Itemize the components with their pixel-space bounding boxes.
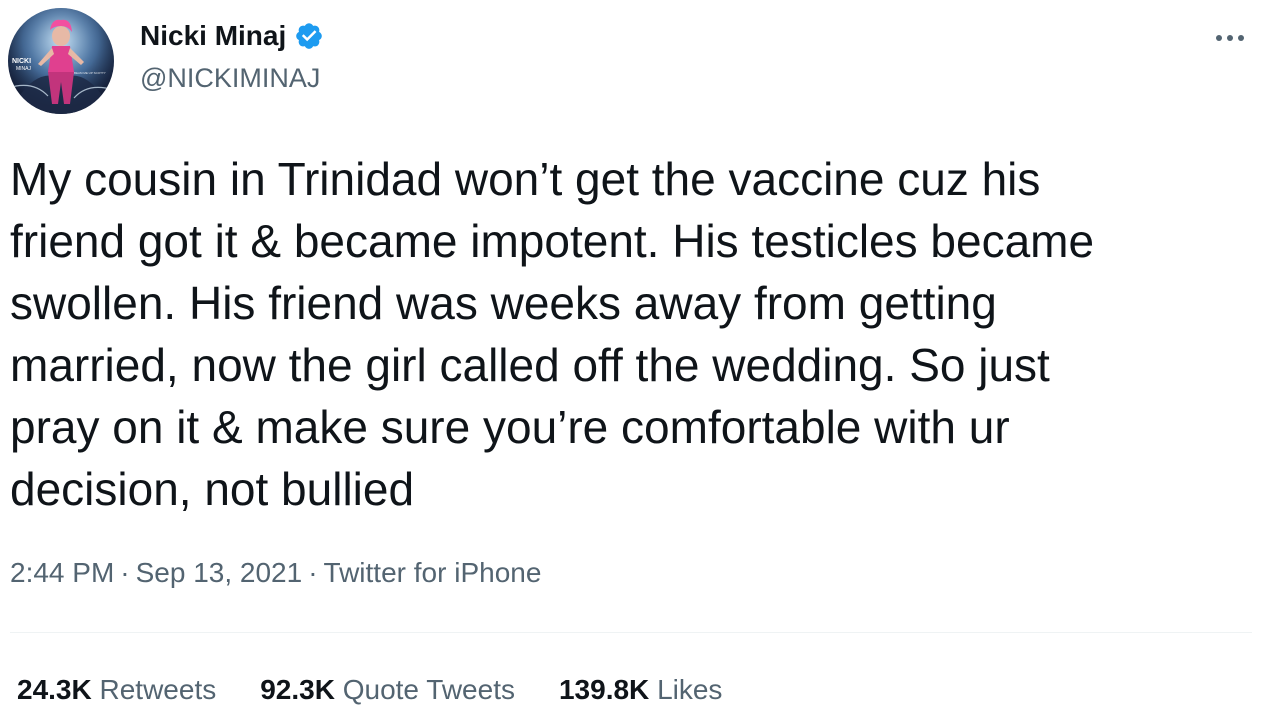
tweet-source[interactable]: Twitter for iPhone [324, 557, 542, 588]
tweet-metadata: 2:44 PM · Sep 13, 2021 · Twitter for iPhone [10, 553, 541, 593]
tweet-time[interactable]: 2:44 PM [10, 557, 114, 588]
user-header: Nicki Minaj [140, 18, 324, 54]
tweet-date[interactable]: Sep 13, 2021 [136, 557, 303, 588]
meta-separator: · [120, 557, 130, 588]
meta-separator: · [308, 557, 318, 588]
profile-photo-icon: NICKI MINAJ BEAM ME UP SCOTTY [8, 8, 114, 114]
likes-count: 139.8K [558, 674, 650, 705]
likes-label: Likes [657, 674, 723, 705]
retweets-label: Retweets [99, 674, 217, 705]
quote-tweets-stat[interactable]: 92.3K Quote Tweets [260, 670, 515, 710]
user-handle[interactable]: @NICKIMINAJ [140, 60, 320, 96]
verified-badge-icon [296, 23, 323, 49]
quote-tweets-label: Quote Tweets [342, 674, 515, 705]
retweets-stat[interactable]: 24.3K Retweets [17, 670, 216, 710]
avatar[interactable]: NICKI MINAJ BEAM ME UP SCOTTY [8, 8, 114, 114]
tweet-stats: 24.3K Retweets 92.3K Quote Tweets 139.8K… [17, 670, 722, 710]
more-options-icon[interactable] [1210, 28, 1250, 48]
likes-stat[interactable]: 139.8K Likes [559, 670, 722, 710]
retweets-count: 24.3K [17, 674, 92, 705]
tweet-text: My cousin in Trinidad won’t get the vacc… [10, 153, 1095, 515]
svg-text:MINAJ: MINAJ [16, 66, 32, 72]
divider [10, 632, 1252, 633]
display-name[interactable]: Nicki Minaj [140, 18, 286, 54]
svg-text:BEAM ME UP SCOTTY: BEAM ME UP SCOTTY [74, 71, 106, 75]
svg-text:NICKI: NICKI [12, 58, 31, 65]
quote-tweets-count: 92.3K [260, 674, 335, 705]
